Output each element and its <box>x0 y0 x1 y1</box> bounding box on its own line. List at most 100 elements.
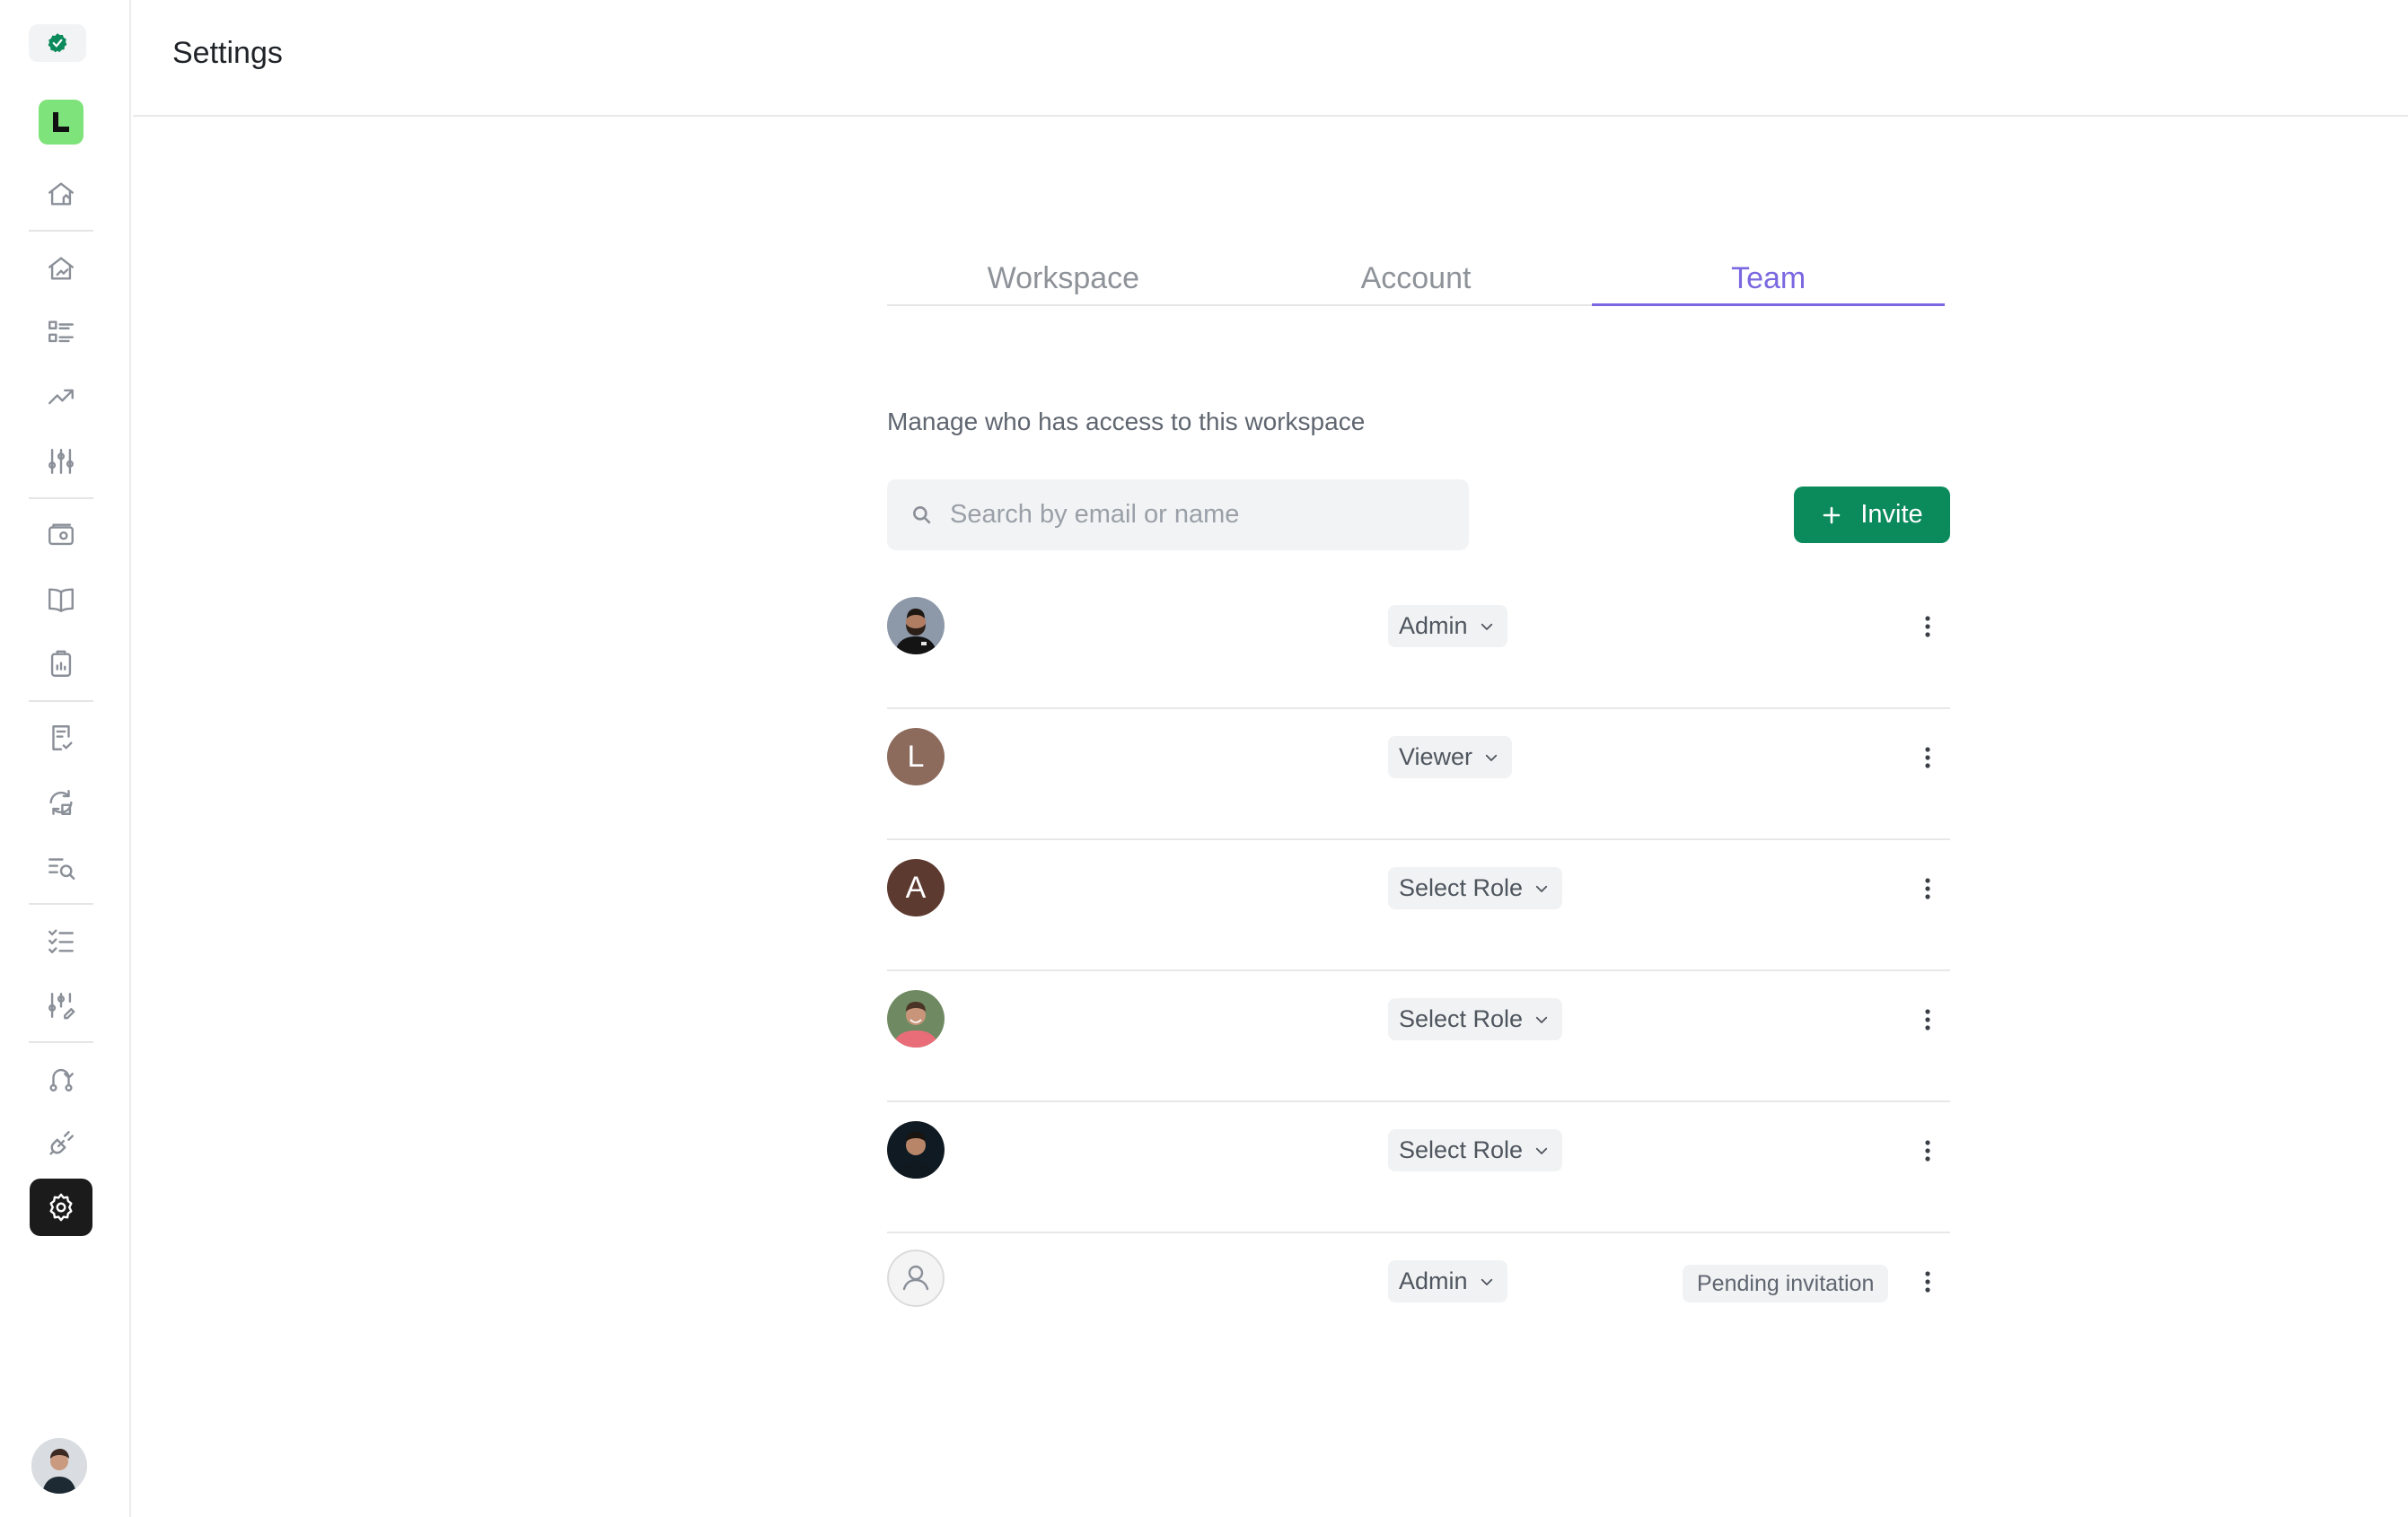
role-select-label: Select Role <box>1399 874 1524 901</box>
member-list: Admin L Viewer A Select Role Select Role… <box>887 578 1950 1364</box>
sidebar-item-configuration[interactable] <box>30 977 92 1034</box>
chevron-down-icon <box>1481 623 1492 630</box>
sliders-edit-icon <box>48 993 75 1020</box>
search-list-icon <box>48 858 75 880</box>
member-avatar <box>887 597 945 654</box>
role-select-label: Select Role <box>1399 1136 1524 1163</box>
member-row: Admin Pending invitation <box>887 1233 1950 1364</box>
member-menu-button[interactable] <box>1914 1131 1941 1171</box>
member-avatar: A <box>887 859 945 916</box>
sidebar-item-sync[interactable] <box>30 774 92 831</box>
chevron-down-icon <box>1481 1278 1492 1285</box>
role-select[interactable]: Viewer <box>1388 736 1513 778</box>
more-vertical-icon <box>1925 747 1930 768</box>
page-title: Settings <box>172 36 283 70</box>
member-row: Select Role <box>887 971 1950 1102</box>
member-menu-button[interactable] <box>1914 1262 1941 1302</box>
workspace-status[interactable] <box>29 24 86 62</box>
member-photo-icon <box>887 597 945 654</box>
verified-badge-icon <box>48 33 67 53</box>
sidebar-item-tasks[interactable] <box>30 912 92 969</box>
tab-account[interactable]: Account <box>1240 254 1593 304</box>
sidebar-item-home[interactable] <box>30 165 92 223</box>
search-input[interactable] <box>950 500 1453 530</box>
tab-workspace[interactable]: Workspace <box>887 254 1240 304</box>
more-vertical-icon <box>1925 1140 1930 1162</box>
sliders-icon <box>48 449 74 474</box>
settings-icon <box>49 1193 73 1222</box>
member-row: Admin <box>887 578 1950 709</box>
role-select-label: Admin <box>1399 1267 1468 1294</box>
trend-up-icon <box>48 389 74 405</box>
document-check-icon <box>52 725 73 750</box>
plug-icon <box>49 1131 74 1155</box>
clipboard-icon <box>50 650 72 677</box>
member-row: A Select Role <box>887 840 1950 971</box>
member-avatar <box>887 990 945 1048</box>
sidebar-divider <box>29 230 93 232</box>
home-chart-icon <box>48 257 74 280</box>
member-avatar: L <box>887 728 945 785</box>
member-menu-button[interactable] <box>1914 738 1941 777</box>
pending-invitation-badge: Pending invitation <box>1683 1265 1889 1302</box>
member-row: L Viewer <box>887 709 1950 840</box>
sidebar-item-workflows[interactable] <box>30 1050 92 1108</box>
chevron-down-icon <box>1535 1016 1548 1023</box>
sidebar-item-dashboard[interactable] <box>30 240 92 297</box>
sidebar-item-filters[interactable] <box>30 433 92 490</box>
sidebar-item-analytics[interactable] <box>30 368 92 425</box>
member-menu-button[interactable] <box>1914 607 1941 646</box>
sidebar-item-search[interactable] <box>30 838 92 896</box>
member-avatar <box>887 1250 945 1307</box>
route-icon <box>49 1068 74 1092</box>
role-select[interactable]: Admin <box>1388 1260 1507 1302</box>
role-select-label: Viewer <box>1399 743 1473 770</box>
sidebar <box>0 0 131 1517</box>
sidebar-item-integrations[interactable] <box>30 1115 92 1172</box>
sidebar-divider <box>29 903 93 905</box>
member-photo-icon <box>887 1121 945 1179</box>
role-select[interactable]: Select Role <box>1388 867 1563 909</box>
app-logo-icon <box>53 112 69 132</box>
more-vertical-icon <box>1925 1271 1930 1293</box>
sidebar-divider <box>29 497 93 499</box>
list-icon <box>48 320 74 343</box>
role-select[interactable]: Select Role <box>1388 1129 1563 1171</box>
chevron-down-icon <box>1485 754 1498 761</box>
member-row: Select Role <box>887 1102 1950 1233</box>
wallet-icon <box>48 523 74 546</box>
user-avatar[interactable] <box>31 1438 87 1494</box>
member-search <box>887 479 1469 550</box>
sidebar-item-approvals[interactable] <box>30 709 92 767</box>
sidebar-item-reports[interactable] <box>30 636 92 693</box>
sidebar-item-payments[interactable] <box>30 506 92 564</box>
member-menu-button[interactable] <box>1914 1000 1941 1039</box>
role-select-label: Select Role <box>1399 1005 1524 1032</box>
more-vertical-icon <box>1925 616 1930 637</box>
invite-button[interactable]: Invite <box>1794 487 1950 543</box>
member-initial: L <box>907 739 925 774</box>
settings-tabs: Workspace Account Team <box>887 254 1945 306</box>
chevron-down-icon <box>1535 1147 1548 1154</box>
app-logo[interactable] <box>39 100 83 145</box>
more-vertical-icon <box>1925 1009 1930 1030</box>
sidebar-divider <box>29 700 93 702</box>
member-menu-button[interactable] <box>1914 869 1941 908</box>
home-icon <box>48 182 74 206</box>
invite-button-label: Invite <box>1860 500 1923 529</box>
role-select[interactable]: Select Role <box>1388 998 1563 1040</box>
sidebar-divider <box>29 1041 93 1043</box>
role-select[interactable]: Admin <box>1388 605 1507 647</box>
user-photo-icon <box>31 1438 87 1494</box>
sidebar-item-library[interactable] <box>30 571 92 628</box>
sidebar-item-list[interactable] <box>30 303 92 361</box>
chevron-down-icon <box>1535 885 1548 892</box>
tab-team[interactable]: Team <box>1592 254 1945 306</box>
sidebar-item-settings[interactable] <box>30 1179 92 1236</box>
member-photo-icon <box>887 990 945 1048</box>
sync-icon <box>49 790 73 815</box>
page-header: Settings <box>133 0 2408 117</box>
user-placeholder-icon <box>887 1250 945 1307</box>
member-avatar <box>887 1121 945 1179</box>
search-icon <box>913 505 931 524</box>
